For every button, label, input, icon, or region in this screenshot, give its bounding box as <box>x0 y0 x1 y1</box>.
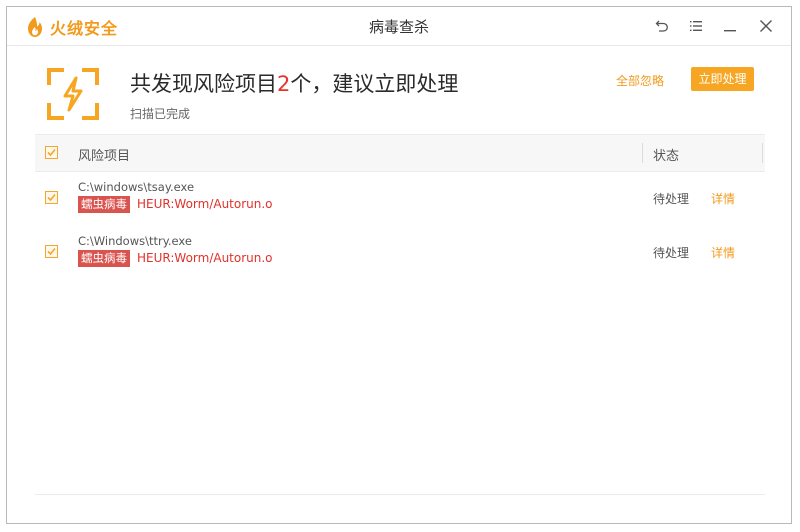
details-link[interactable]: 详情 <box>711 244 735 261</box>
column-divider[interactable] <box>642 143 643 163</box>
checkmark-icon <box>47 193 56 202</box>
row-status: 待处理 <box>653 192 690 206</box>
file-path: C:\Windows\ttry.exe <box>78 234 192 248</box>
headline-prefix: 共发现风险项目 <box>130 72 277 96</box>
column-divider[interactable] <box>762 143 763 163</box>
headline-suffix: 个，建议立即处理 <box>290 72 459 96</box>
table-row: C:\Windows\ttry.exe 蠕虫病毒 HEUR:Worm/Autor… <box>35 228 765 282</box>
back-icon <box>655 20 668 32</box>
lightning-alert-icon <box>46 67 100 121</box>
table-row: C:\windows\tsay.exe 蠕虫病毒 HEUR:Worm/Autor… <box>35 174 765 228</box>
checkmark-icon <box>47 148 56 157</box>
row-checkbox[interactable] <box>45 191 58 204</box>
title-bar: 火绒安全 病毒查杀 <box>7 7 791 46</box>
handle-now-button[interactable]: 立即处理 <box>691 67 754 91</box>
column-header-risk-item: 风险项目 <box>78 149 131 164</box>
threat-type-badge: 蠕虫病毒 <box>78 250 130 267</box>
ignore-all-button[interactable]: 全部忽略 <box>605 70 675 92</box>
scan-status-text: 扫描已完成 <box>130 107 191 121</box>
close-icon <box>760 20 772 32</box>
select-all-checkbox[interactable] <box>45 146 58 159</box>
virus-scan-window: 火绒安全 病毒查杀 共发现风险项目2个，建议立即处理 扫描已完成 全部忽略 立即… <box>6 6 792 524</box>
minimize-button[interactable] <box>720 16 740 36</box>
threat-type-badge: 蠕虫病毒 <box>78 196 130 213</box>
close-button[interactable] <box>756 16 776 36</box>
row-status: 待处理 <box>653 246 690 260</box>
back-button[interactable] <box>652 16 672 36</box>
row-checkbox[interactable] <box>45 245 58 258</box>
footer-divider <box>35 494 765 495</box>
details-link[interactable]: 详情 <box>711 190 735 207</box>
window-title: 病毒查杀 <box>368 18 429 36</box>
table-header: 风险项目 状态 <box>35 134 765 172</box>
column-header-status: 状态 <box>653 149 680 164</box>
risk-count: 2 <box>277 72 291 96</box>
threat-name: HEUR:Worm/Autorun.o <box>137 197 273 211</box>
threat-name: HEUR:Worm/Autorun.o <box>137 251 273 265</box>
checkmark-icon <box>47 247 56 256</box>
menu-icon <box>690 21 702 31</box>
file-path: C:\windows\tsay.exe <box>78 180 195 194</box>
minimize-icon <box>724 30 736 32</box>
menu-button[interactable] <box>686 16 706 36</box>
scan-result-headline: 共发现风险项目2个，建议立即处理 <box>130 68 458 98</box>
